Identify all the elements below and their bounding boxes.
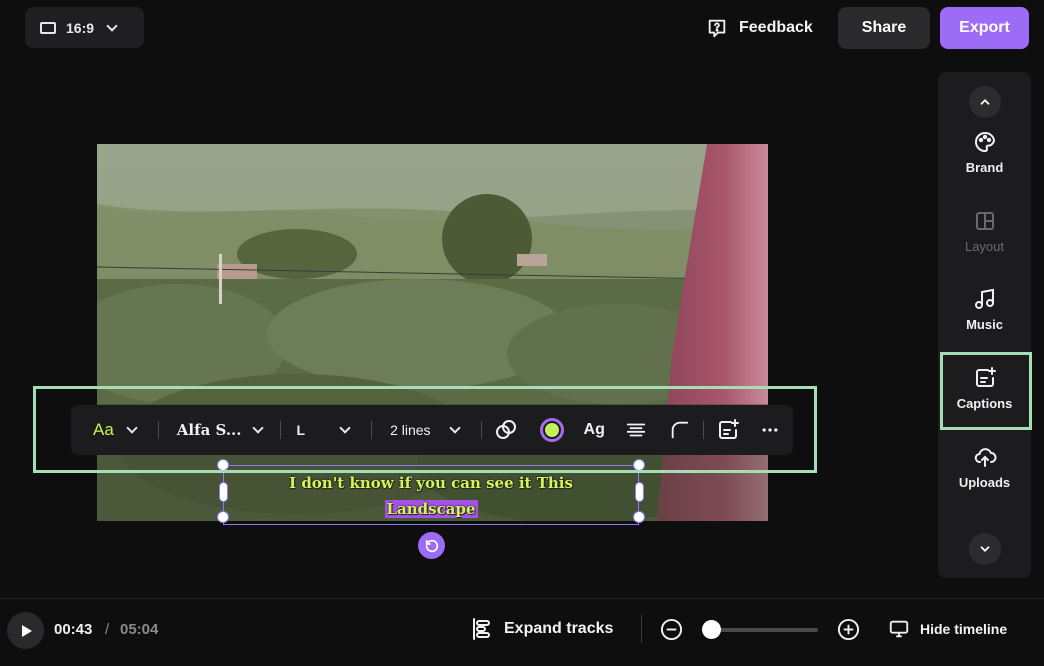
zoom-slider-thumb[interactable] [701,620,721,639]
aspect-ratio-dropdown[interactable]: 16:9 [25,7,144,48]
video-frame-image [97,144,768,521]
zoom-in-button[interactable] [837,618,860,646]
chevron-down-icon [251,422,264,434]
align-center-icon [626,423,646,437]
play-button[interactable] [7,612,44,649]
sidebar-item-brand[interactable]: Brand [938,130,1031,175]
font-size-label: L [296,422,306,438]
video-preview[interactable] [97,144,768,521]
sidebar-item-label: Uploads [958,475,1011,490]
highlight-color-button[interactable] [530,405,574,455]
effects-circles-icon [495,420,516,439]
play-icon [21,624,32,637]
zoom-out-button[interactable] [660,618,683,646]
monitor-icon [889,620,909,638]
feedback-button[interactable]: Feedback [706,12,813,44]
expand-tracks-label: Expand tracks [504,620,614,637]
hide-timeline-label: Hide timeline [920,621,1008,637]
corner-radius-button[interactable] [657,405,703,455]
upload-cloud-icon [974,448,996,467]
text-effect-label: Ag [583,421,605,438]
color-swatch-icon [539,418,564,442]
caption-line-2-highlighted: Landscape [384,500,478,518]
caption-line-1: I don't know if you can see it This [289,474,573,492]
chevron-down-icon [980,546,990,552]
time-separator: / [105,621,110,638]
feedback-icon [708,19,726,38]
resize-handle-bottom-left[interactable] [217,511,229,523]
expand-tracks-button[interactable]: Expand tracks [470,617,613,641]
text-effect-button[interactable]: Ag [574,405,615,455]
resize-handle-left[interactable] [219,482,228,502]
timeline-divider [0,598,1044,599]
rotate-button[interactable] [418,532,445,559]
caption-toolbar: Aa Alfa S... L 2 lines Ag [71,405,793,455]
corner-radius-icon [671,421,689,439]
resize-handle-bottom-right[interactable] [633,511,645,523]
ai-caption-button[interactable] [704,405,752,455]
more-options-button[interactable] [752,405,788,455]
chevron-down-icon [106,19,118,32]
sidebar-scroll-down-button[interactable] [969,533,1001,565]
expand-tracks-icon [473,618,490,640]
export-button[interactable]: Export [940,7,1029,49]
sidebar-scroll-up-button[interactable] [969,86,1001,118]
font-size-dropdown[interactable]: L [281,405,372,455]
palette-icon [974,131,995,153]
chevron-down-icon [126,422,138,434]
caption-sparkle-icon [718,419,739,439]
zoom-out-icon [660,618,683,641]
sidebar-item-label: Layout [964,239,1005,254]
sidebar-item-label: Music [966,317,1003,332]
caption-style-label: Aa [93,420,114,439]
sidebar-item-uploads[interactable]: Uploads [938,445,1031,490]
total-time: 05:04 [120,621,159,638]
font-label: Alfa S... [176,421,242,439]
lines-dropdown[interactable]: 2 lines [372,405,480,455]
music-note-icon [974,288,994,309]
sidebar-item-music[interactable]: Music [938,287,1031,332]
hide-timeline-button[interactable]: Hide timeline [888,618,1007,640]
caption-style-dropdown[interactable]: Aa [85,405,144,455]
chevron-up-icon [980,99,990,105]
resize-handle-top-left[interactable] [217,459,229,471]
layout-icon [975,212,994,230]
captions-highlight-outline [940,352,1032,430]
share-button[interactable]: Share [838,7,930,49]
aspect-ratio-label: 16:9 [66,19,95,36]
zoom-in-icon [837,618,860,641]
more-horizontal-icon [762,428,778,432]
rotate-icon [425,539,438,552]
bottom-divider [641,615,642,643]
feedback-label: Feedback [739,19,813,36]
chevron-down-icon [448,422,461,434]
chevron-down-icon [339,422,351,434]
sidebar-item-label: Brand [965,160,1004,175]
caption-text[interactable]: I don't know if you can see it This Land… [218,470,644,522]
aspect-ratio-icon [40,21,56,34]
effects-button[interactable] [482,405,530,455]
resize-handle-right[interactable] [635,482,644,502]
current-time: 00:43 [54,621,93,638]
resize-handle-top-right[interactable] [633,459,645,471]
lines-label: 2 lines [390,422,431,438]
sidebar-item-layout[interactable]: Layout [938,209,1031,254]
text-align-button[interactable] [615,405,657,455]
right-sidebar: Brand Layout Music Captions Uploads [938,72,1031,578]
zoom-slider-track[interactable] [705,628,818,632]
font-dropdown[interactable]: Alfa S... [159,405,280,455]
